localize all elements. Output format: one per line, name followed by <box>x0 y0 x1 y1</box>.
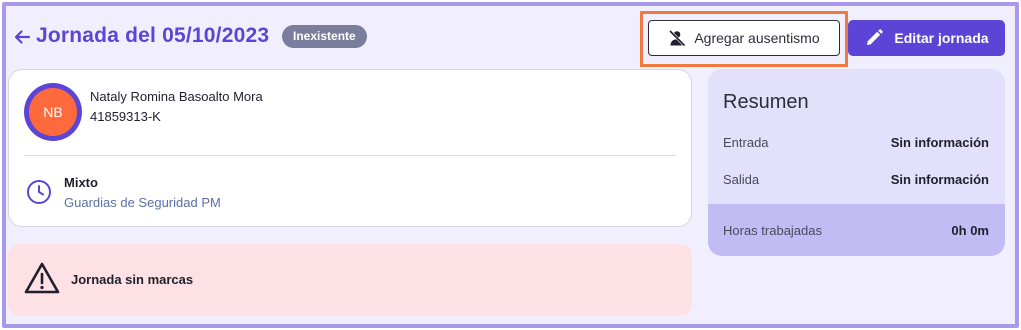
employee-id: 41859313-K <box>90 109 161 124</box>
user-off-icon <box>669 29 686 47</box>
alert-message: Jornada sin marcas <box>71 272 194 287</box>
edit-shift-label: Editar jornada <box>894 30 989 46</box>
exit-value: Sin información <box>890 172 989 187</box>
status-badge: Inexistente <box>282 25 367 48</box>
card-divider <box>24 155 676 156</box>
add-absence-button[interactable]: Agregar ausentismo <box>648 20 840 56</box>
avatar-initials: NB <box>29 88 77 136</box>
employee-name: Nataly Romina Basoalto Mora <box>90 89 263 104</box>
exit-label: Salida <box>723 172 760 187</box>
shift-type: Mixto <box>64 175 98 190</box>
summary-title: Resumen <box>723 91 809 113</box>
entry-value: Sin información <box>890 135 989 150</box>
add-absence-label: Agregar ausentismo <box>694 30 820 46</box>
entry-label: Entrada <box>723 135 769 150</box>
hours-worked-value: 0h 0m <box>951 223 989 238</box>
page-title: Jornada del 05/10/2023 <box>36 24 270 47</box>
warning-icon <box>24 262 60 294</box>
clock-icon <box>27 180 51 204</box>
hours-worked-label: Horas trabajadas <box>723 223 822 238</box>
pencil-icon <box>867 29 884 45</box>
avatar: NB <box>24 83 82 141</box>
edit-shift-button[interactable]: Editar jornada <box>848 20 1005 56</box>
shift-group: Guardias de Seguridad PM <box>64 195 221 210</box>
arrow-left-icon[interactable] <box>12 27 32 47</box>
